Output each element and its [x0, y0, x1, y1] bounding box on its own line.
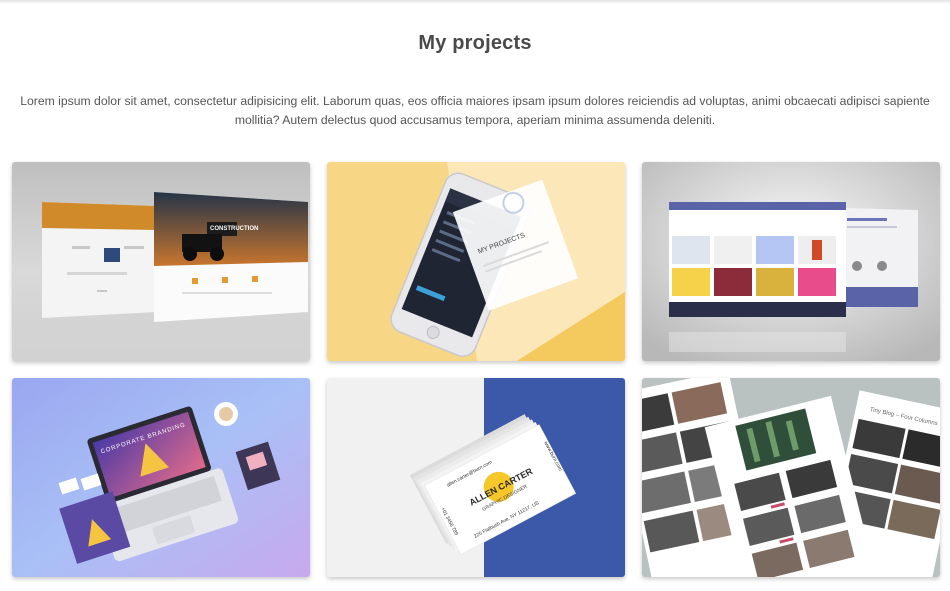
project-card-ecommerce[interactable]: [642, 162, 940, 361]
project-image-blog-layout: Tiny Blog – Four Columns: [642, 378, 940, 577]
project-card-blog-layout[interactable]: Tiny Blog – Four Columns: [642, 378, 940, 577]
projects-grid: CONSTRUCTION MY PROJECTS CORPORATE BRAND…: [12, 162, 941, 578]
project-image-business-cards: ALLEN CARTER GRAPHIC DESIGNER allen.cart…: [327, 378, 625, 577]
project-card-business-cards[interactable]: ALLEN CARTER GRAPHIC DESIGNER allen.cart…: [327, 378, 625, 577]
project-image-mobile-app: MY PROJECTS: [327, 162, 625, 361]
construction-screen-title: CONSTRUCTION: [210, 226, 258, 232]
project-image-ecommerce: [642, 162, 940, 361]
project-image-construction: CONSTRUCTION: [12, 162, 310, 361]
section-intro: Lorem ipsum dolor sit amet, consectetur …: [20, 94, 930, 127]
top-divider: [0, 0, 950, 4]
section-title: My projects: [418, 32, 532, 54]
project-image-laptop-branding: CORPORATE BRANDING: [12, 378, 310, 577]
project-card-construction[interactable]: CONSTRUCTION: [12, 162, 310, 361]
project-card-mobile-app[interactable]: MY PROJECTS: [327, 162, 625, 361]
project-card-laptop-branding[interactable]: CORPORATE BRANDING: [12, 378, 310, 577]
